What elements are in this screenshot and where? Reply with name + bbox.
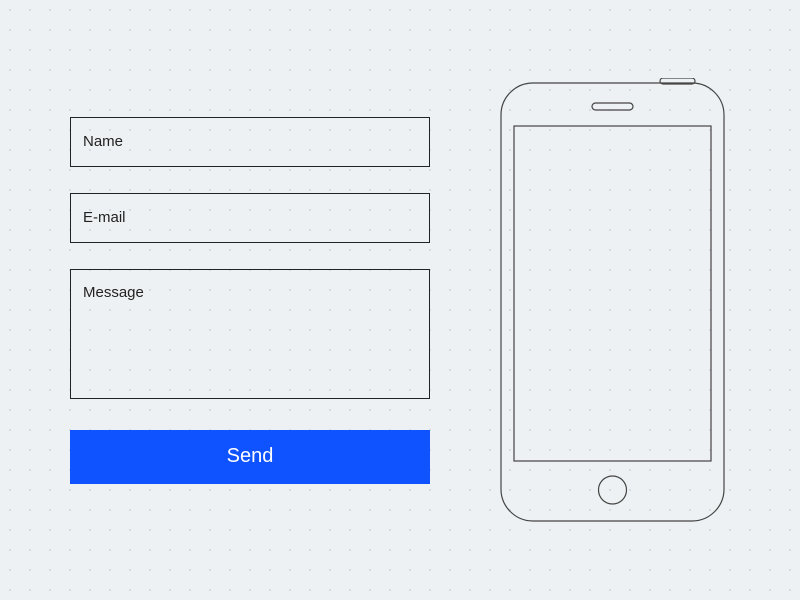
name-input[interactable]	[70, 117, 430, 167]
send-button[interactable]: Send	[70, 430, 430, 484]
phone-wireframe	[500, 78, 725, 523]
email-input[interactable]	[70, 193, 430, 243]
message-input[interactable]	[70, 269, 430, 399]
contact-form: Send	[70, 117, 430, 484]
phone-icon	[500, 78, 725, 523]
